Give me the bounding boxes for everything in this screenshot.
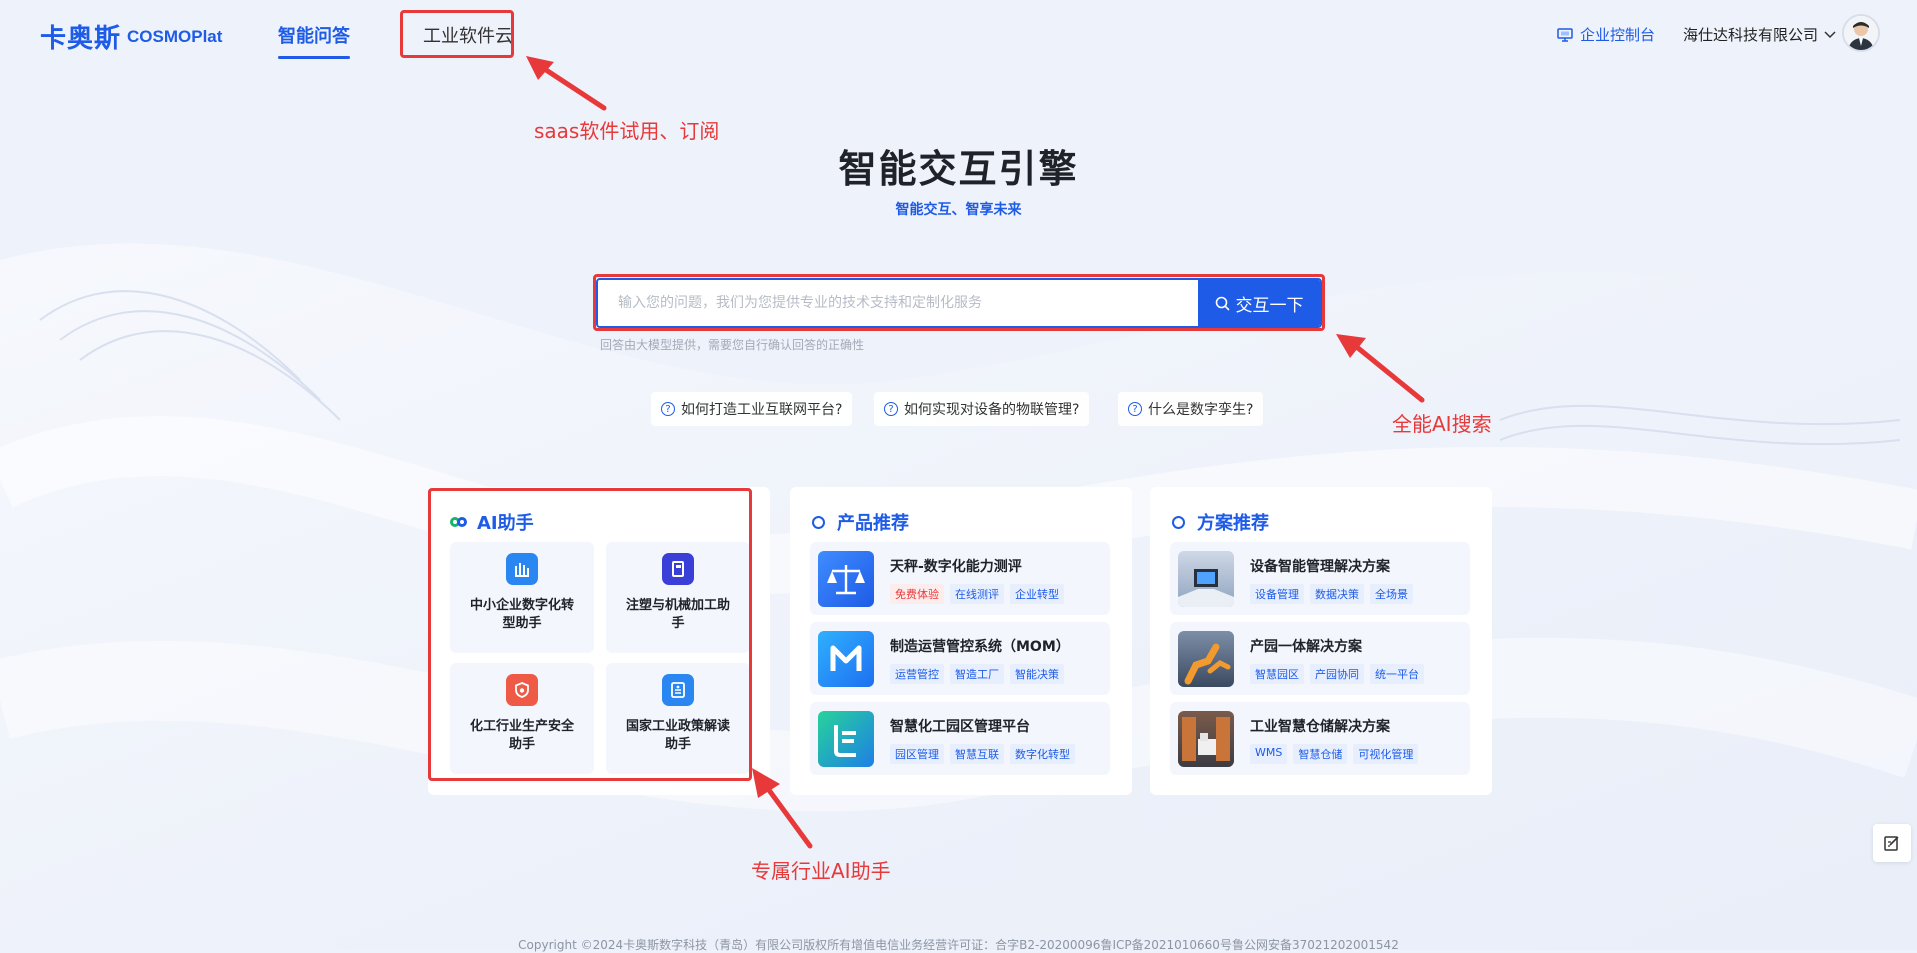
tag: 产园协同	[1310, 664, 1364, 684]
item-title: 设备智能管理解决方案	[1250, 559, 1390, 575]
suggestion-chip-1[interactable]: ? 如何打造工业互联网平台?	[651, 392, 853, 426]
warehouse-photo	[1178, 711, 1234, 767]
solution-item-device[interactable]: 设备智能管理解决方案 设备管理 数据决策 全场景	[1170, 542, 1470, 615]
item-title: 天秤-数字化能力测评	[890, 559, 1022, 575]
annotation-arrow-assistant	[752, 768, 813, 849]
logo-cn-text: 卡奥斯	[40, 24, 122, 54]
tag: 数字化转型	[1010, 744, 1075, 764]
item-tags: 设备管理 数据决策 全场景	[1250, 584, 1419, 604]
item-title: 制造运营管控系统（MOM）	[890, 639, 1070, 655]
page-subtitle: 智能交互、智享未来	[895, 202, 1022, 218]
solution-recommend-card: 方案推荐 设备智能管理解决方案 设备管理 数据决策 全场景 产园一体解决方案 智…	[1150, 487, 1492, 795]
feedback-button[interactable]	[1873, 824, 1911, 862]
annotation-arrow-search	[1336, 334, 1425, 403]
m-logo-icon	[818, 631, 874, 687]
tag: 智慧互联	[950, 744, 1004, 764]
suggestion-text: 如何实现对设备的物联管理?	[904, 402, 1080, 418]
top-bar: 卡奥斯 COSMOPlat 智能问答 工业软件云 企业控制台 海仕达科技有限公司	[0, 0, 1917, 70]
solution-item-park[interactable]: 产园一体解决方案 智慧园区 产园协同 统一平台	[1170, 622, 1470, 695]
solution-card-title: 方案推荐	[1172, 509, 1269, 535]
question-icon: ?	[661, 402, 675, 416]
robot-arm-photo	[1178, 631, 1234, 687]
annotation-box-software-cloud	[400, 10, 514, 58]
tag: 智慧园区	[1250, 664, 1304, 684]
bullet-ring-icon	[1172, 515, 1185, 529]
tag: 可视化管理	[1353, 744, 1419, 764]
suggestion-text: 如何打造工业互联网平台?	[681, 402, 843, 418]
tag: 统一平台	[1370, 664, 1424, 684]
item-title: 智慧化工园区管理平台	[890, 719, 1030, 735]
item-tags: 运营管控 智造工厂 智能决策	[890, 664, 1070, 684]
page-title: 智能交互引擎	[838, 147, 1079, 191]
suggestion-chip-2[interactable]: ? 如何实现对设备的物联管理?	[874, 392, 1090, 426]
item-title: 工业智慧仓储解决方案	[1250, 719, 1390, 735]
chevron-down-icon	[1824, 30, 1836, 38]
tag: WMS	[1250, 744, 1288, 764]
annotation-box-search	[593, 274, 1325, 331]
cosmoplat-logo[interactable]: 卡奥斯 COSMOPlat	[40, 18, 222, 55]
tag: 园区管理	[890, 744, 944, 764]
suggestion-chip-3[interactable]: ? 什么是数字孪生?	[1118, 392, 1264, 426]
bullet-ring-icon	[812, 515, 825, 529]
tag: 免费体验	[890, 584, 944, 604]
enterprise-console-label: 企业控制台	[1580, 26, 1656, 44]
annotation-arrow-software-cloud	[526, 56, 607, 111]
tag: 全场景	[1370, 584, 1413, 604]
tag: 智造工厂	[950, 664, 1004, 684]
tag: 企业转型	[1010, 584, 1064, 604]
suggestion-text: 什么是数字孪生?	[1148, 402, 1254, 418]
product-recommend-card: 产品推荐 天秤-数字化能力测评 免费体验 在线测评 企业转型 制造运营管控系统（…	[790, 487, 1132, 795]
question-icon: ?	[1128, 402, 1142, 416]
annotation-box-assistant	[428, 488, 752, 781]
scale-icon	[818, 551, 874, 607]
nav-tab-smart-qa[interactable]: 智能问答	[278, 22, 350, 59]
tag: 智慧仓储	[1293, 744, 1348, 764]
logo-en-text: COSMOPlat	[127, 26, 223, 46]
enterprise-console-link[interactable]: 企业控制台	[1557, 24, 1655, 45]
item-tags: 智慧园区 产园协同 统一平台	[1250, 664, 1430, 684]
tag: 在线测评	[950, 584, 1004, 604]
question-icon: ?	[884, 402, 898, 416]
company-switcher[interactable]: 海仕达科技有限公司	[1683, 24, 1836, 45]
tag: 设备管理	[1250, 584, 1304, 604]
tag: 数据决策	[1310, 584, 1364, 604]
tag: 智能决策	[1010, 664, 1064, 684]
annotation-text-search: 全能AI搜索	[1392, 412, 1492, 436]
item-title: 产园一体解决方案	[1250, 639, 1362, 655]
monitor-icon	[1557, 27, 1573, 42]
solution-item-warehouse[interactable]: 工业智慧仓储解决方案 WMS 智慧仓储 可视化管理	[1170, 702, 1470, 775]
product-item-mom[interactable]: 制造运营管控系统（MOM） 运营管控 智造工厂 智能决策	[810, 622, 1110, 695]
device-photo	[1178, 551, 1234, 607]
item-tags: 免费体验 在线测评 企业转型	[890, 584, 1070, 604]
edit-icon	[1884, 836, 1899, 851]
search-disclaimer: 回答由大模型提供，需要您自行确认回答的正确性	[600, 338, 865, 352]
item-tags: 园区管理 智慧互联 数字化转型	[890, 744, 1081, 764]
tag: 运营管控	[890, 664, 944, 684]
annotation-text-software-cloud: saas软件试用、订阅	[534, 119, 720, 143]
person-icon	[1844, 16, 1878, 50]
product-card-title: 产品推荐	[812, 509, 909, 535]
annotation-text-assistant: 专属行业AI助手	[751, 859, 891, 883]
product-item-chemical-park[interactable]: 智慧化工园区管理平台 园区管理 智慧互联 数字化转型	[810, 702, 1110, 775]
item-tags: WMS 智慧仓储 可视化管理	[1250, 744, 1424, 764]
park-logo-icon	[818, 711, 874, 767]
product-item-tiancheng[interactable]: 天秤-数字化能力测评 免费体验 在线测评 企业转型	[810, 542, 1110, 615]
user-avatar[interactable]	[1842, 14, 1880, 52]
footer-copyright: Copyright ©2024卡奥斯数字科技（青岛）有限公司版权所有增值电信业务…	[518, 938, 1399, 952]
company-name: 海仕达科技有限公司	[1683, 26, 1819, 44]
